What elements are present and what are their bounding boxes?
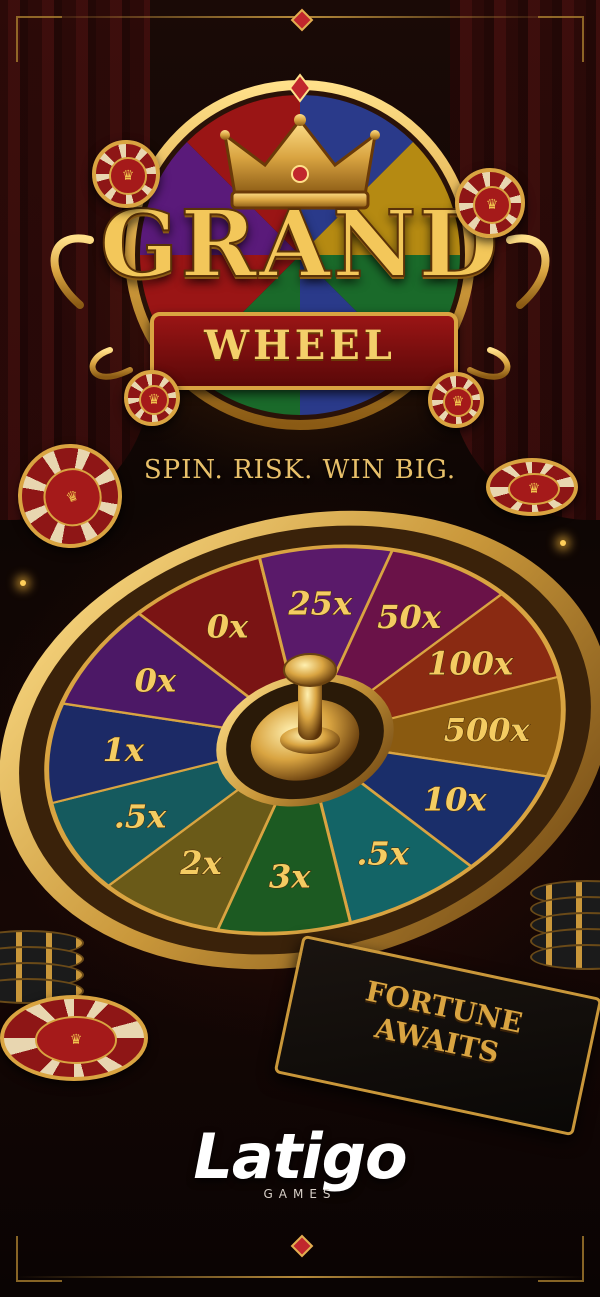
game-splash: GRAND WHEEL SPIN. RISK. WIN BIG. ♛ ♛ ♛ ♛… [0,0,600,1297]
title-wheel: WHEEL [204,322,396,369]
wheel-segment-label: 3x [269,857,311,895]
bottom-gem-icon [290,1234,314,1258]
wheel-segment-label: 2x [179,844,222,882]
chip-stack-right [530,880,600,1000]
brand-name: Latigo [193,1120,407,1193]
wheel-segment-label: 10x [423,781,488,819]
chip-crown-icon: ♛ [34,1016,118,1064]
chip-stack-left-front: ♛ [0,995,148,1081]
wheel-segment-label: 50x [377,598,442,636]
chip-crown-icon: ♛ [472,185,512,225]
chip-crown-icon: ♛ [138,384,170,416]
chip-top-right: ♛ [455,168,525,238]
wheel-segment-label: 1x [103,731,145,769]
prize-wheel[interactable]: 0x 25x 50x 100x 500x 10x .5x 3x 2x .5x 1x 0x [0,510,600,990]
chip-mid-right: ♛ [428,372,484,428]
wheel-segment-label: 0x [207,608,249,646]
chip-mid-left: ♛ [124,370,180,426]
brand-logo: Latigo GAMES [0,1120,600,1201]
wheel-segment-label: 0x [135,661,177,699]
chip-crown-icon: ♛ [508,473,560,505]
chip-floating-right: ♛ [486,458,578,516]
top-gem-icon [290,8,314,32]
wheel-segment-label: 500x [444,711,531,749]
brand-subtitle: GAMES [263,1187,337,1201]
wheel-segment-label: 100x [427,644,514,682]
chip-crown-icon: ♛ [442,386,474,418]
bottom-frame-line [16,1276,584,1278]
chip-crown-icon: ♛ [109,157,147,195]
corner-ornament-tl [16,16,62,62]
corner-ornament-tr [538,16,584,62]
wheel-segment-label: .5x [114,798,167,836]
corner-ornament-br [538,1236,584,1282]
corner-ornament-bl [16,1236,62,1282]
wheel-segment-label: 25x [287,585,353,623]
wheel-segment-label: .5x [356,834,409,872]
chip-top-left: ♛ [92,140,160,208]
